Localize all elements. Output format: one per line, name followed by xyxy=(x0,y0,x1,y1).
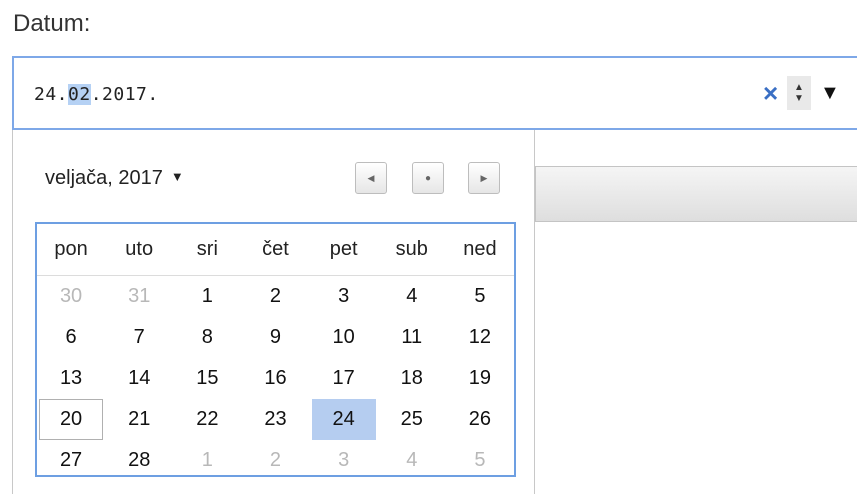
day-cell[interactable]: 10 xyxy=(312,317,376,358)
spin-icon[interactable]: ▲ ▼ xyxy=(787,76,811,110)
month-segment-selected[interactable]: 02 xyxy=(68,84,91,105)
calendar-days: 30 31 1 2 3 4 5 6 7 8 9 10 11 12 13 14 15 16 17 18 19 20 21 22 2… xyxy=(37,276,514,481)
prev-month-button[interactable]: ◀ xyxy=(355,162,387,194)
day-cell[interactable]: 2 xyxy=(243,276,307,317)
day-cell[interactable]: 3 xyxy=(312,440,376,481)
day-cell[interactable]: 21 xyxy=(107,399,171,440)
day-cell[interactable]: 14 xyxy=(107,358,171,399)
weekday-label: sub xyxy=(395,238,428,260)
day-cell[interactable]: 30 xyxy=(39,276,103,317)
day-cell[interactable]: 8 xyxy=(175,317,239,358)
weekday-label: čet xyxy=(262,238,289,260)
calendar-grid: pon uto sri čet pet sub ned 30 31 1 2 3 4 5 6 7 8 9 10 11 1… xyxy=(35,222,516,477)
chevron-left-icon: ◀ xyxy=(367,172,375,183)
month-year-select[interactable]: veljača, 2017 ▼ xyxy=(45,167,184,190)
clear-icon[interactable]: × xyxy=(763,78,778,108)
weekday-label: ned xyxy=(463,238,497,260)
day-cell[interactable]: 7 xyxy=(107,317,171,358)
month-year-label: veljača, 2017 xyxy=(45,167,163,189)
weekday-header: pon uto sri čet pet sub ned xyxy=(37,224,514,276)
dot-icon: ● xyxy=(424,172,432,184)
day-cell[interactable]: 31 xyxy=(107,276,171,317)
date-value[interactable]: 24.02.2017. xyxy=(34,84,159,105)
day-cell[interactable]: 26 xyxy=(448,399,512,440)
day-cell[interactable]: 15 xyxy=(175,358,239,399)
day-cell[interactable]: 23 xyxy=(243,399,307,440)
weekday-label: pon xyxy=(54,238,88,260)
background-toolbar xyxy=(535,166,857,222)
day-cell[interactable]: 28 xyxy=(107,440,171,481)
day-cell-selected[interactable]: 24 xyxy=(311,399,376,440)
day-cell[interactable]: 6 xyxy=(39,317,103,358)
year-segment[interactable]: .2017. xyxy=(91,84,159,105)
day-cell-today[interactable]: 20 xyxy=(39,399,104,440)
day-cell[interactable]: 17 xyxy=(312,358,376,399)
today-button[interactable]: ● xyxy=(412,162,444,194)
day-cell[interactable]: 11 xyxy=(380,317,444,358)
weekday-label: uto xyxy=(125,238,154,260)
day-cell[interactable]: 5 xyxy=(448,440,512,481)
weekday-label: pet xyxy=(329,238,358,260)
chevron-right-icon: ▶ xyxy=(480,172,488,183)
spin-up-icon[interactable]: ▲ xyxy=(794,82,804,93)
day-cell[interactable]: 9 xyxy=(243,317,307,358)
day-cell[interactable]: 25 xyxy=(380,399,444,440)
dropdown-icon[interactable]: ▼ xyxy=(820,80,840,106)
day-cell[interactable]: 27 xyxy=(39,440,103,481)
spin-down-icon[interactable]: ▼ xyxy=(794,93,804,104)
day-cell[interactable]: 22 xyxy=(175,399,239,440)
day-cell[interactable]: 4 xyxy=(380,276,444,317)
date-field-label: Datum: xyxy=(13,10,91,37)
caret-down-icon: ▼ xyxy=(170,169,184,184)
day-cell[interactable]: 12 xyxy=(448,317,512,358)
calendar-popup: veljača, 2017 ▼ ◀ ● ▶ pon uto sri čet pet sub n… xyxy=(12,130,535,494)
day-cell[interactable]: 1 xyxy=(175,276,239,317)
day-cell[interactable]: 19 xyxy=(448,358,512,399)
day-segment[interactable]: 24. xyxy=(34,84,68,105)
day-cell[interactable]: 4 xyxy=(380,440,444,481)
date-input[interactable]: 24.02.2017. × ▲ ▼ ▼ xyxy=(12,56,857,130)
day-cell[interactable]: 16 xyxy=(243,358,307,399)
day-cell[interactable]: 3 xyxy=(312,276,376,317)
day-cell[interactable]: 18 xyxy=(380,358,444,399)
day-cell[interactable]: 13 xyxy=(39,358,103,399)
day-cell[interactable]: 2 xyxy=(243,440,307,481)
next-month-button[interactable]: ▶ xyxy=(468,162,500,194)
day-cell[interactable]: 1 xyxy=(175,440,239,481)
weekday-label: sri xyxy=(196,238,218,260)
day-cell[interactable]: 5 xyxy=(448,276,512,317)
